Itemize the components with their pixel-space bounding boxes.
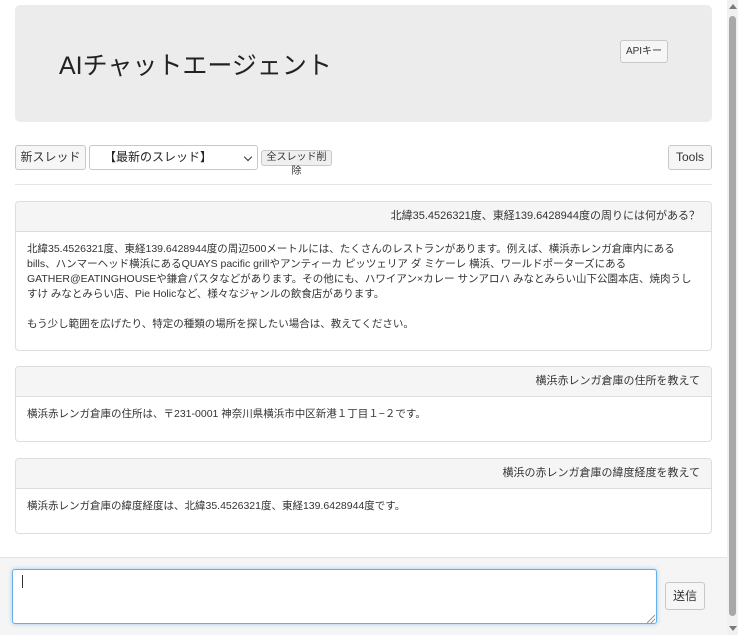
app-header: AIチャットエージェント APIキー [15, 5, 712, 122]
user-question: 横浜の赤レンガ倉庫の緯度経度を教えて [16, 459, 711, 489]
message-card: 北緯35.4526321度、東経139.6428944度の周りには何がある？ 北… [15, 201, 712, 351]
assistant-answer: 横浜赤レンガ倉庫の住所は、〒231-0001 神奈川県横浜市中区新港１丁目１−２… [16, 397, 711, 432]
answer-paragraph: もう少し範囲を広げたり、特定の種類の場所を探したい場合は、教えてください。 [27, 318, 414, 330]
delete-all-threads-button[interactable]: 全スレッド削除 [261, 150, 332, 177]
text-caret [22, 575, 23, 588]
resize-grip-icon[interactable] [647, 615, 655, 623]
new-thread-button[interactable]: 新スレッド [15, 145, 86, 170]
send-button[interactable]: 送信 [665, 582, 705, 610]
assistant-answer: 北緯35.4526321度、東経139.6428944度の周辺500メートルには… [16, 232, 711, 342]
assistant-answer: 横浜赤レンガ倉庫の緯度経度は、北緯35.4526321度、東経139.64289… [16, 489, 711, 524]
chat-app: AIチャットエージェント APIキー 新スレッド 【最新のスレッド】 全スレッド… [0, 0, 727, 635]
api-key-button[interactable]: APIキー [620, 40, 668, 63]
answer-paragraph: 横浜赤レンガ倉庫の緯度経度は、北緯35.4526321度、東経139.64289… [27, 500, 406, 512]
scroll-up-icon[interactable] [729, 4, 737, 9]
answer-paragraph: 横浜赤レンガ倉庫の住所は、〒231-0001 神奈川県横浜市中区新港１丁目１−２… [27, 408, 426, 420]
message-card: 横浜赤レンガ倉庫の住所を教えて 横浜赤レンガ倉庫の住所は、〒231-0001 神… [15, 366, 712, 442]
scroll-down-icon[interactable] [729, 626, 737, 631]
tools-button[interactable]: Tools [668, 145, 712, 170]
scrollbar-thumb[interactable] [729, 16, 736, 616]
thread-select-value: 【最新のスレッド】 [104, 150, 213, 164]
answer-paragraph: 北緯35.4526321度、東経139.6428944度の周辺500メートルには… [27, 243, 692, 300]
chevron-down-icon [243, 152, 253, 162]
message-input[interactable] [12, 569, 657, 624]
message-card: 横浜の赤レンガ倉庫の緯度経度を教えて 横浜赤レンガ倉庫の緯度経度は、北緯35.4… [15, 458, 712, 534]
thread-select[interactable]: 【最新のスレッド】 [89, 145, 258, 170]
user-question: 横浜赤レンガ倉庫の住所を教えて [16, 367, 711, 397]
toolbar-divider [15, 184, 712, 185]
vertical-scrollbar[interactable] [727, 0, 738, 635]
user-question: 北緯35.4526321度、東経139.6428944度の周りには何がある？ [16, 202, 711, 232]
composer-bar: 送信 [0, 557, 727, 635]
page-title: AIチャットエージェント [59, 52, 332, 80]
